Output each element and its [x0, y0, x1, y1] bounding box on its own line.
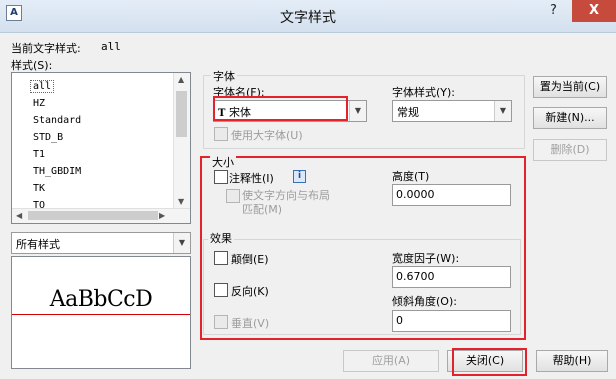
font-style-value: 常规: [397, 106, 419, 119]
chevron-down-icon[interactable]: ▼: [173, 233, 190, 253]
font-style-label: 字体样式(Y):: [392, 86, 456, 99]
preview-panel: AaBbCcD: [11, 256, 191, 369]
annotative-label: 注释性(I): [229, 172, 274, 185]
delete-style-button[interactable]: 删除(D): [533, 139, 607, 161]
oblique-angle-label: 倾斜角度(O):: [392, 295, 457, 308]
size-group-label: 大小: [210, 154, 236, 170]
list-item[interactable]: STD_B: [33, 132, 63, 143]
preview-baseline: [12, 314, 190, 315]
preview-sample-text: AaBbCcD: [49, 287, 153, 312]
scroll-left-icon[interactable]: ◀: [16, 211, 22, 220]
backwards-label: 反向(K): [231, 285, 269, 298]
set-current-button[interactable]: 置为当前(C): [533, 76, 607, 98]
title-bar: A 文字样式 ? X: [0, 0, 616, 33]
list-item[interactable]: all: [29, 80, 55, 93]
current-style-label: 当前文字样式:: [11, 42, 81, 55]
current-style-value: all: [101, 40, 121, 53]
styles-vertical-scrollbar[interactable]: ▲ ▼: [173, 73, 190, 223]
help-icon[interactable]: ?: [550, 3, 557, 18]
backwards-checkbox[interactable]: [214, 283, 228, 297]
font-name-highlight: [213, 96, 348, 121]
use-bigfont-label: 使用大字体(U): [231, 129, 303, 142]
height-input[interactable]: 0.0000: [392, 184, 511, 206]
close-button-highlight: [452, 348, 527, 376]
list-item[interactable]: TH_GBDIM: [33, 166, 81, 177]
chevron-down-icon[interactable]: ▼: [349, 101, 366, 121]
chevron-down-icon[interactable]: ▼: [494, 101, 511, 121]
info-icon[interactable]: i: [293, 170, 306, 183]
scroll-thumb[interactable]: [176, 91, 187, 137]
list-item[interactable]: HZ: [33, 98, 45, 109]
scroll-thumb[interactable]: [28, 211, 158, 220]
list-item[interactable]: Standard: [33, 115, 81, 126]
new-style-button[interactable]: 新建(N)...: [533, 107, 607, 129]
styles-label: 样式(S):: [11, 59, 53, 72]
scroll-up-icon[interactable]: ▲: [178, 75, 184, 84]
width-factor-input[interactable]: 0.6700: [392, 266, 511, 288]
help-button[interactable]: 帮助(H): [536, 350, 608, 372]
width-factor-label: 宽度因子(W):: [392, 252, 460, 265]
window-title: 文字样式: [280, 10, 336, 26]
apply-button[interactable]: 应用(A): [343, 350, 439, 372]
list-item[interactable]: TK: [33, 183, 45, 194]
effects-group-label: 效果: [208, 230, 234, 246]
styles-list[interactable]: all HZ Standard STD_B T1 TH_GBDIM TK TO …: [11, 72, 191, 224]
upside-down-label: 颠倒(E): [231, 253, 269, 266]
match-orientation-checkbox[interactable]: [226, 189, 240, 203]
use-bigfont-checkbox[interactable]: [214, 127, 228, 141]
style-filter-value: 所有样式: [16, 238, 60, 251]
scroll-right-icon[interactable]: ▶: [159, 211, 165, 220]
height-label: 高度(T): [392, 170, 430, 183]
scroll-down-icon[interactable]: ▼: [178, 197, 184, 206]
font-style-select[interactable]: 常规 ▼: [392, 100, 512, 122]
height-value: 0.0000: [396, 188, 435, 201]
oblique-angle-value: 0: [396, 314, 403, 327]
style-filter-select[interactable]: 所有样式 ▼: [11, 232, 191, 254]
match-orientation-label-line2: 匹配(M): [242, 203, 283, 216]
font-group-label: 字体: [211, 68, 237, 84]
styles-horizontal-scrollbar[interactable]: ◀ ▶: [12, 208, 190, 223]
vertical-checkbox[interactable]: [214, 315, 228, 329]
oblique-angle-input[interactable]: 0: [392, 310, 511, 332]
list-item[interactable]: T1: [33, 149, 45, 160]
close-window-button[interactable]: X: [572, 0, 616, 22]
upside-down-checkbox[interactable]: [214, 251, 228, 265]
vertical-label: 垂直(V): [231, 317, 270, 330]
annotative-checkbox[interactable]: [214, 170, 228, 184]
width-factor-value: 0.6700: [396, 270, 435, 283]
